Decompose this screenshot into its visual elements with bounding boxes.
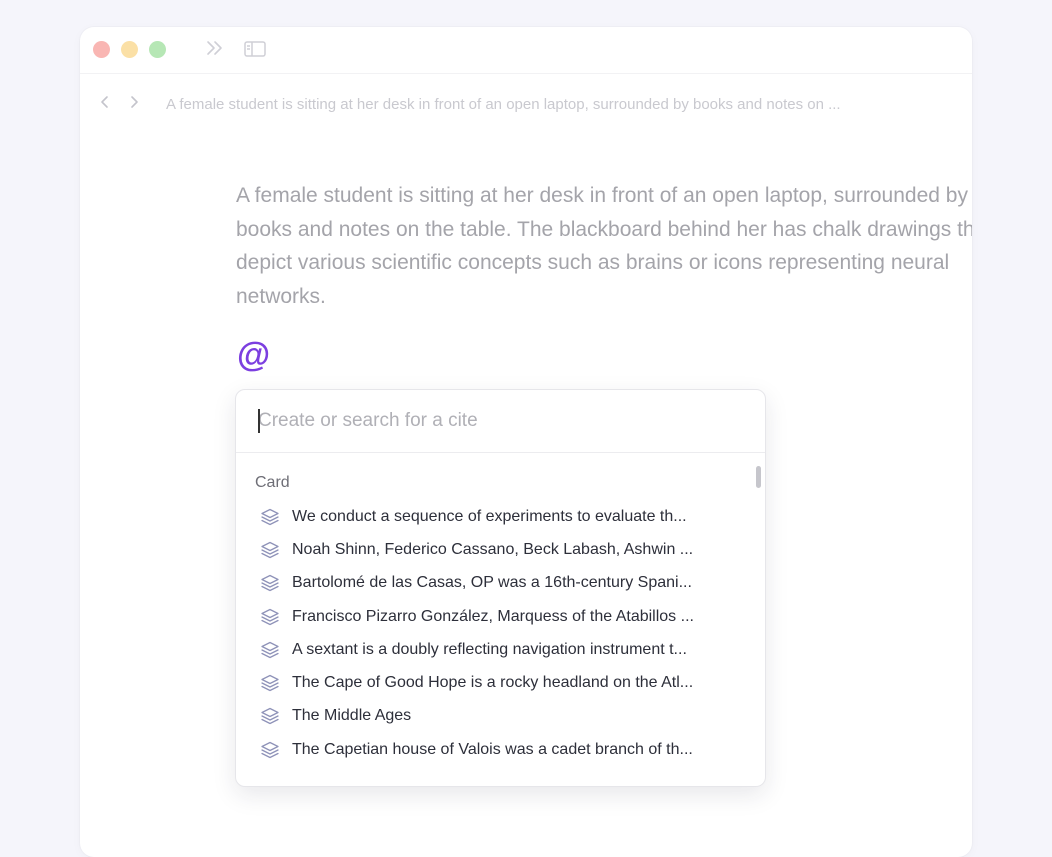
list-item-label: We conduct a sequence of experiments to …: [292, 507, 687, 525]
titlebar: [80, 27, 972, 74]
list-item-label: The Middle Ages: [292, 707, 412, 725]
popup-scrollbar[interactable]: [756, 466, 761, 488]
list-item-label: The Cape of Good Hope is a rocky headlan…: [292, 674, 694, 692]
list-item-label: The Capetian house of Valois was a cadet…: [292, 740, 693, 758]
list-item[interactable]: Noah Shinn, Federico Cassano, Beck Labas…: [236, 533, 765, 566]
sidebar-icon[interactable]: [244, 41, 266, 61]
list-item[interactable]: Francisco Pizarro González, Marquess of …: [236, 600, 765, 633]
stack-layers-icon: [260, 740, 280, 760]
list-item[interactable]: We conduct a sequence of experiments to …: [236, 500, 765, 533]
list-item-label: A sextant is a doubly reflecting navigat…: [292, 640, 687, 658]
cite-search-input[interactable]: [258, 406, 738, 436]
list-item-label: Noah Shinn, Federico Cassano, Beck Labas…: [292, 540, 694, 558]
cite-list: We conduct a sequence of experiments to …: [236, 500, 765, 766]
stack-layers-icon: [260, 673, 280, 693]
list-item[interactable]: Bartolomé de las Casas, OP was a 16th-ce…: [236, 567, 765, 600]
chevron-left-icon[interactable]: [100, 95, 110, 114]
stack-layers-icon: [260, 640, 280, 660]
breadcrumb[interactable]: A female student is sitting at her desk …: [166, 96, 966, 113]
navigation-bar: A female student is sitting at her desk …: [80, 87, 972, 123]
stack-layers-icon: [260, 706, 280, 726]
close-window-button[interactable]: [93, 41, 110, 58]
zoom-window-button[interactable]: [149, 41, 166, 58]
stack-layers-icon: [260, 540, 280, 560]
list-item-label: Bartolomé de las Casas, OP was a 16th-ce…: [292, 574, 692, 592]
list-item-label: Francisco Pizarro González, Marquess of …: [292, 607, 694, 625]
stack-layers-icon: [260, 607, 280, 627]
list-item[interactable]: The Capetian house of Valois was a cadet…: [236, 733, 765, 766]
stack-layers-icon: [260, 573, 280, 593]
chevron-right-icon[interactable]: [129, 95, 139, 114]
list-item[interactable]: A sextant is a doubly reflecting navigat…: [236, 633, 765, 666]
mention-trigger: @: [237, 336, 271, 374]
list-item[interactable]: The Cape of Good Hope is a rocky headlan…: [236, 666, 765, 699]
expand-icon[interactable]: [205, 39, 225, 61]
cite-popup: Card We conduct a sequence of experiment…: [235, 389, 766, 787]
search-row: [236, 390, 765, 453]
text-caret: [258, 409, 260, 433]
list-item[interactable]: The Middle Ages: [236, 700, 765, 733]
document-paragraph[interactable]: A female student is sitting at her desk …: [236, 179, 972, 313]
section-label-card: Card: [255, 474, 290, 491]
minimize-window-button[interactable]: [121, 41, 138, 58]
stack-layers-icon: [260, 507, 280, 527]
